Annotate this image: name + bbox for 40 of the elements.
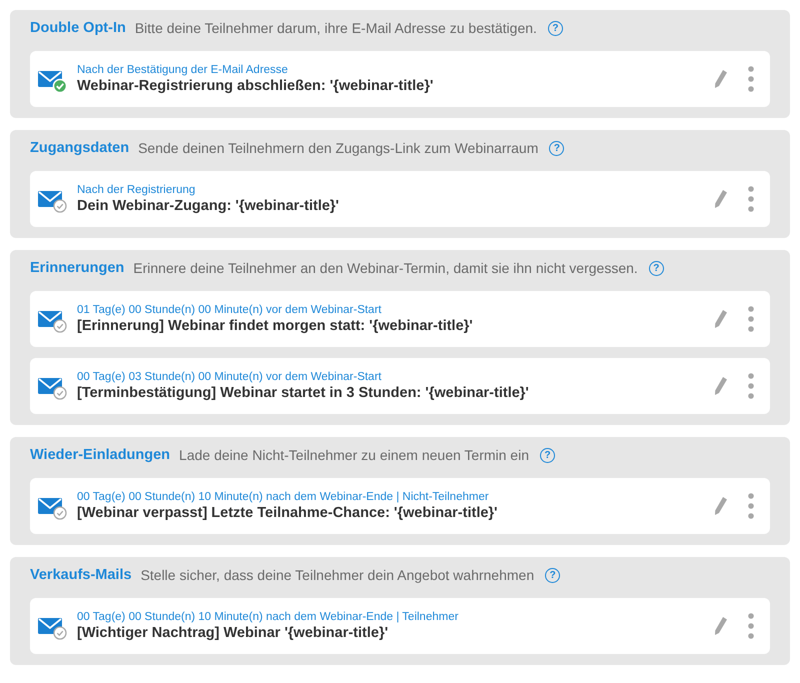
edit-icon[interactable] <box>714 309 728 329</box>
section-description: Bitte deine Teilnehmer darum, ihre E-Mail Adresse zu bestätigen. <box>134 20 537 36</box>
section-title: Wieder-Einladungen <box>30 447 170 463</box>
email-subject: [Terminbestätigung] Webinar startet in 3 Stunden: '{webinar-title}' <box>77 385 530 401</box>
send-timing: 00 Tag(e) 03 Stunde(n) 00 Minute(n) vor dem Webinar-Start <box>77 371 382 383</box>
more-options-icon[interactable] <box>748 186 754 212</box>
send-timing: 00 Tag(e) 00 Stunde(n) 10 Minute(n) nach dem Webinar-Ende | Teilnehmer <box>77 611 460 623</box>
email-card[interactable]: Nach der Bestätigung der E-Mail Adresse Webinar-Registrierung abschließen: '{webinar-title}' <box>30 51 770 107</box>
section-title: Verkaufs-Mails <box>30 567 132 583</box>
email-card[interactable]: 00 Tag(e) 00 Stunde(n) 10 Minute(n) nach dem Webinar-Ende | Nicht-Teilnehmer [Webinar verpasst] Letzte Teilnahme-Chance: '{webinar-title}' <box>30 478 770 534</box>
section-title: Zugangsdaten <box>30 140 130 156</box>
section-description: Lade deine Nicht-Teilnehmer zu einem neuen Termin ein <box>179 447 529 463</box>
email-card[interactable]: 00 Tag(e) 03 Stunde(n) 00 Minute(n) vor dem Webinar-Start [Terminbestätigung] Webinar startet in 3 Stunden: '{webinar-title}' <box>30 358 770 414</box>
more-options-icon[interactable] <box>748 613 754 639</box>
section-description: Erinnere deine Teilnehmer an den Webinar-Termin, damit sie ihn nicht vergessen. <box>133 260 638 276</box>
edit-icon[interactable] <box>714 376 728 396</box>
more-options-icon[interactable] <box>748 306 754 332</box>
email-subject: [Wichtiger Nachtrag] Webinar '{webinar-title}' <box>77 625 390 641</box>
send-timing: Nach der Registrierung <box>77 184 196 196</box>
more-options-icon[interactable] <box>748 66 754 92</box>
email-card[interactable]: 01 Tag(e) 00 Stunde(n) 00 Minute(n) vor dem Webinar-Start [Erinnerung] Webinar findet morgen statt: '{webinar-title}' <box>30 291 770 347</box>
email-subject: [Erinnerung] Webinar findet morgen statt: '{webinar-title}' <box>77 318 474 334</box>
edit-icon[interactable] <box>714 616 728 636</box>
more-options-icon[interactable] <box>748 373 754 399</box>
edit-icon[interactable] <box>714 189 728 209</box>
email-card[interactable]: Nach der Registrierung Dein Webinar-Zugang: '{webinar-title}' <box>30 171 770 227</box>
send-timing: Nach der Bestätigung der E-Mail Adresse <box>77 64 289 76</box>
email-subject: Webinar-Registrierung abschließen: '{webinar-title}' <box>77 78 434 94</box>
edit-icon[interactable] <box>714 69 728 89</box>
send-timing: 00 Tag(e) 00 Stunde(n) 10 Minute(n) nach dem Webinar-Ende | Nicht-Teilnehmer <box>77 491 490 503</box>
edit-icon[interactable] <box>714 496 728 516</box>
email-subject: Dein Webinar-Zugang: '{webinar-title}' <box>77 198 340 214</box>
email-card[interactable]: 00 Tag(e) 00 Stunde(n) 10 Minute(n) nach dem Webinar-Ende | Teilnehmer [Wichtiger Nachtrag] Webinar '{webinar-title}' <box>30 598 770 654</box>
send-timing: 01 Tag(e) 00 Stunde(n) 00 Minute(n) vor dem Webinar-Start <box>77 304 382 316</box>
email-subject: [Webinar verpasst] Letzte Teilnahme-Chance: '{webinar-title}' <box>77 505 499 521</box>
section-description: Sende deinen Teilnehmern den Zugangs-Link zum Webinarraum <box>138 140 538 156</box>
section-title: Double Opt-In <box>30 20 126 36</box>
section-description: Stelle sicher, dass deine Teilnehmer dein Angebot wahrnehmen <box>140 567 534 583</box>
more-options-icon[interactable] <box>748 493 754 519</box>
section-title: Erinnerungen <box>30 260 124 276</box>
